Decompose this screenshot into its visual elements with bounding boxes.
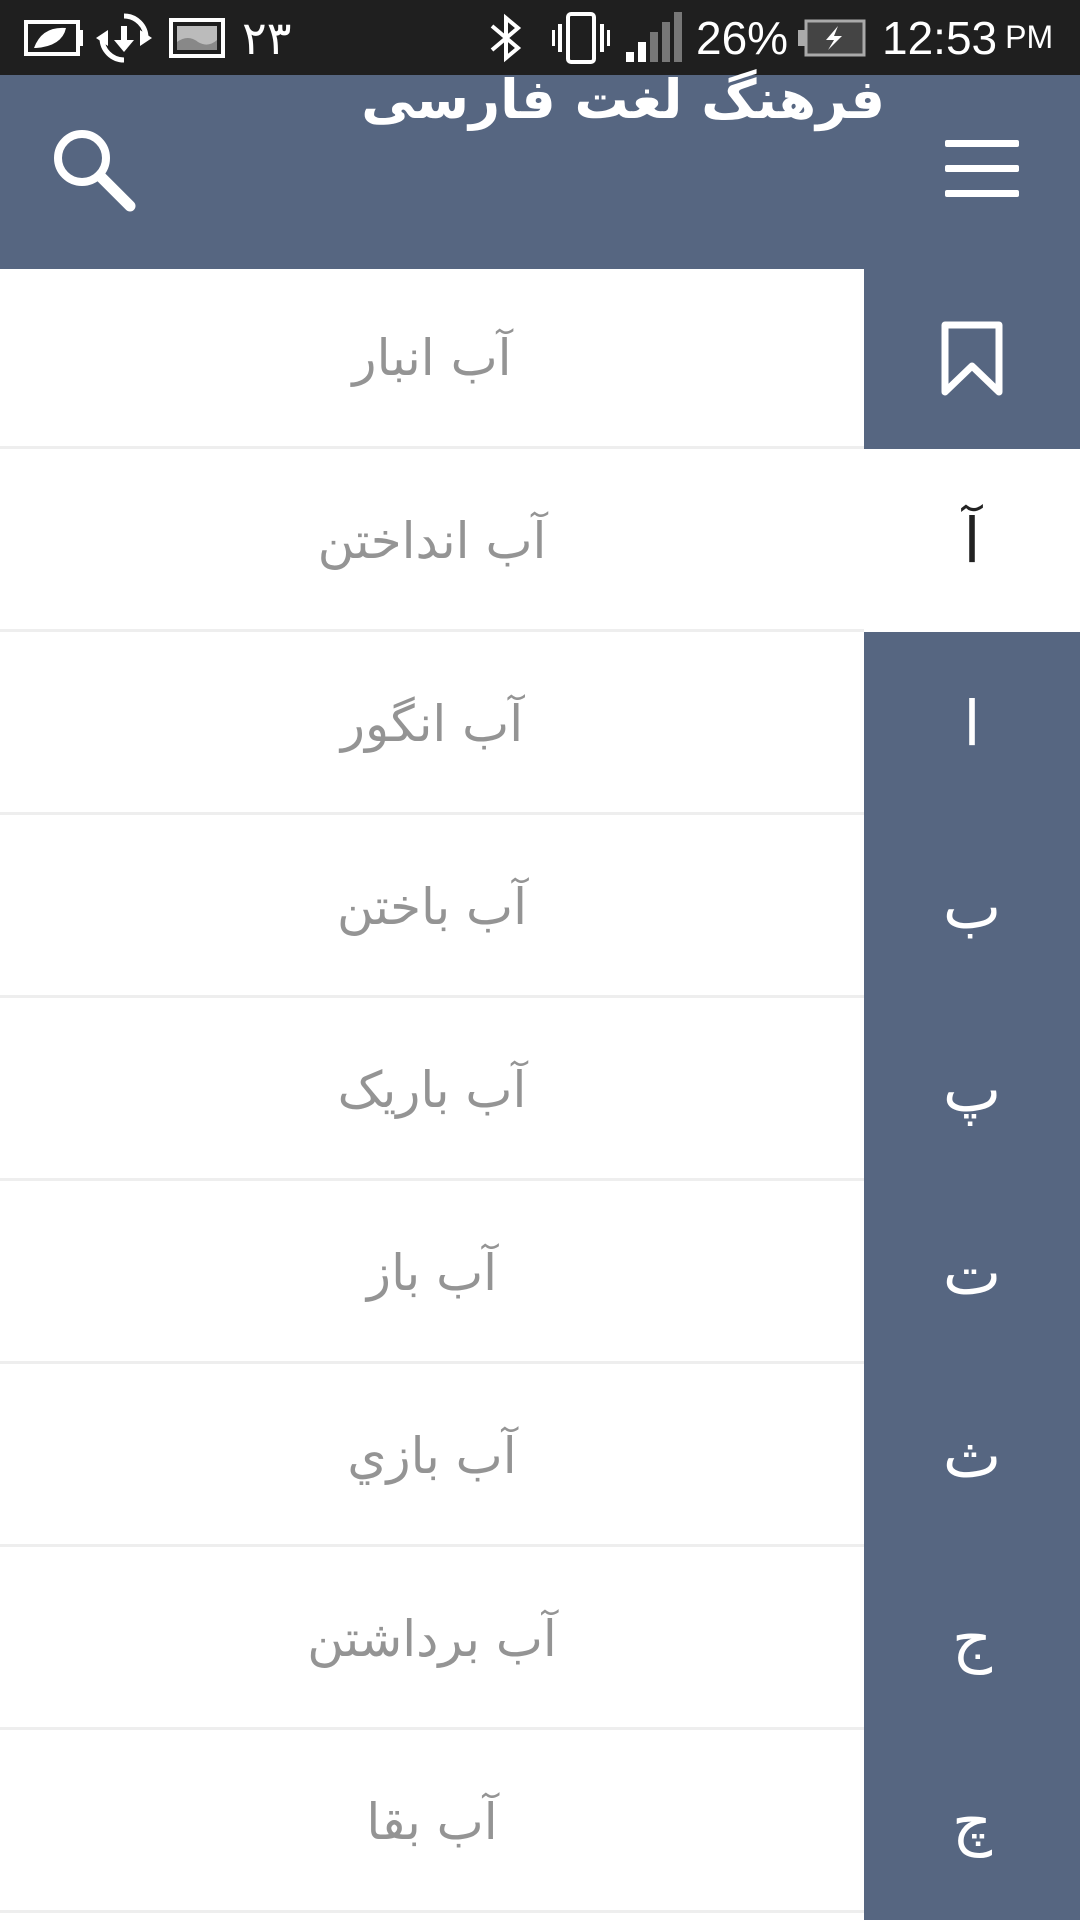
index-letter: آ	[963, 504, 981, 577]
word-label: آب باختن	[336, 877, 528, 936]
list-item[interactable]: آب بازي	[0, 1367, 864, 1547]
list-item[interactable]: آب باز	[0, 1184, 864, 1364]
index-letter-item[interactable]: ب	[864, 815, 1080, 998]
index-letter: ب	[942, 870, 1002, 943]
index-letter: چ	[951, 1785, 993, 1858]
index-letter-item[interactable]: ت	[864, 1181, 1080, 1364]
search-button[interactable]	[50, 126, 140, 216]
leaf-battery-icon	[22, 0, 84, 75]
index-letter-item[interactable]: چ	[864, 1730, 1080, 1913]
search-icon	[54, 130, 136, 212]
index-letter: ت	[942, 1236, 1002, 1309]
index-letter-item[interactable]: ث	[864, 1364, 1080, 1547]
index-letter-item[interactable]: ا	[864, 632, 1080, 815]
sync-download-icon	[96, 0, 152, 75]
index-letter: ج	[951, 1602, 993, 1675]
clock: 12:53 PM	[882, 0, 1053, 75]
word-label: آب برداشتن	[307, 1609, 557, 1668]
index-letter-item[interactable]: پ	[864, 998, 1080, 1181]
list-item[interactable]: آب باختن	[0, 818, 864, 998]
image-icon	[168, 0, 226, 75]
menu-button[interactable]	[935, 140, 1019, 200]
list-item[interactable]: آب باریک	[0, 1001, 864, 1181]
word-label: آب بازي	[347, 1426, 517, 1485]
index-letter: ا	[963, 687, 981, 760]
list-item[interactable]: آب انبار	[0, 269, 864, 449]
clock-ampm: PM	[1005, 19, 1054, 55]
word-label: آب بقا	[366, 1792, 498, 1851]
word-label: آب باز	[366, 1243, 498, 1302]
word-label: آب انگور	[340, 694, 524, 753]
page-title: فرهنگ لغت فارسی	[361, 68, 885, 131]
clock-time: 12:53	[882, 11, 998, 64]
index-letter: پ	[942, 1053, 1002, 1126]
list-item[interactable]: آب برداشتن	[0, 1550, 864, 1730]
list-item[interactable]: آب بقا	[0, 1733, 864, 1913]
index-bookmark[interactable]	[864, 269, 1080, 449]
index-letter: ث	[942, 1419, 1002, 1492]
list-item[interactable]: آب انداختن	[0, 452, 864, 632]
bookmark-icon	[941, 321, 1003, 396]
notification-count: ۲۳	[242, 11, 292, 64]
alphabet-index: آ ا ب پ ت ث ج چ	[864, 269, 1080, 1920]
word-label: آب انداختن	[317, 511, 547, 570]
word-label: آب انبار	[352, 328, 512, 387]
list-item[interactable]: آب انگور	[0, 635, 864, 815]
index-letter-item[interactable]: آ	[864, 449, 1080, 632]
word-list: آب انبار آب انداختن آب انگور آب باختن آب…	[0, 269, 864, 1920]
word-label: آب باریک	[337, 1060, 527, 1119]
index-letter-item[interactable]: ج	[864, 1547, 1080, 1730]
